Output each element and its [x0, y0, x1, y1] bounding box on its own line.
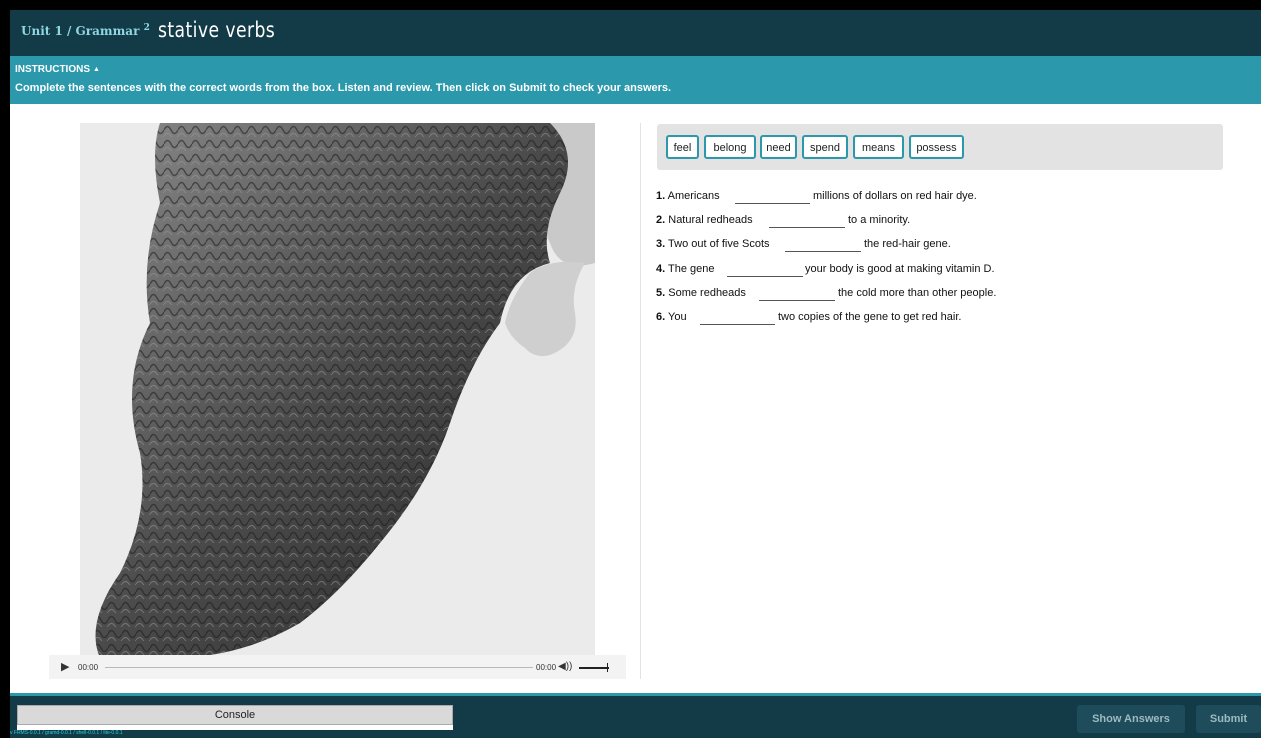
instructions-text: Complete the sentences with the correct … — [15, 82, 672, 94]
breadcrumb: Unit 1 / Grammar 2 — [21, 23, 150, 38]
answer-blank-1[interactable] — [735, 203, 810, 204]
answer-blank-5[interactable] — [759, 300, 835, 301]
play-icon[interactable]: ▶ — [61, 660, 69, 673]
word-chip[interactable]: possess — [909, 135, 964, 159]
collapse-arrow-icon[interactable]: ▲ — [93, 66, 100, 73]
show-answers-button[interactable]: Show Answers — [1077, 705, 1185, 733]
submit-button[interactable]: Submit — [1196, 705, 1261, 733]
seek-bar[interactable] — [105, 667, 533, 668]
word-box: feel belong need spend means possess — [657, 124, 1223, 170]
word-chip[interactable]: feel — [666, 135, 699, 159]
question-5: 5. Some redheads the cold more than othe… — [656, 287, 997, 301]
instructions-panel: INSTRUCTIONS ▲ Complete the sentences wit… — [10, 56, 1261, 104]
question-1: 1. Americans millions of dollars on red … — [656, 190, 977, 204]
footer-bar: Console v FRMS-0.0.1 / gramd-0.0.1 / she… — [10, 693, 1261, 738]
answer-blank-3[interactable] — [785, 251, 861, 252]
question-6: 6. You two copies of the gene to get red… — [656, 311, 962, 325]
version-info: v FRMS-0.0.1 / gramd-0.0.1 / shell-0.0.1… — [10, 730, 123, 736]
word-chip[interactable]: spend — [802, 135, 848, 159]
activity-window: Unit 1 / Grammar 2 stative verbs INSTRUC… — [10, 10, 1261, 738]
console-button[interactable]: Console — [17, 705, 453, 725]
question-4: 4. The gene your body is good at making … — [656, 263, 995, 277]
volume-slider-knob[interactable] — [607, 663, 608, 672]
volume-slider[interactable] — [579, 667, 609, 669]
duration-time: 00:00 — [536, 663, 557, 672]
audio-player: ▶ 00:00 00:00 ◀)) — [49, 655, 626, 679]
header-bar: Unit 1 / Grammar 2 stative verbs — [10, 10, 1261, 56]
answer-blank-4[interactable] — [727, 276, 803, 277]
question-3: 3. Two out of five Scots the red-hair ge… — [656, 238, 951, 252]
instructions-toggle[interactable]: INSTRUCTIONS ▲ — [15, 64, 100, 75]
answer-blank-2[interactable] — [769, 227, 845, 228]
current-time: 00:00 — [78, 663, 99, 672]
answer-blank-6[interactable] — [700, 324, 775, 325]
column-divider — [640, 123, 641, 679]
word-chip[interactable]: means — [853, 135, 904, 159]
word-chip[interactable]: need — [760, 135, 797, 159]
word-chip[interactable]: belong — [704, 135, 756, 159]
page-title: stative verbs — [158, 18, 276, 42]
volume-icon[interactable]: ◀)) — [558, 661, 572, 672]
question-2: 2. Natural redheads to a minority. — [656, 214, 911, 228]
activity-photo — [80, 123, 595, 658]
